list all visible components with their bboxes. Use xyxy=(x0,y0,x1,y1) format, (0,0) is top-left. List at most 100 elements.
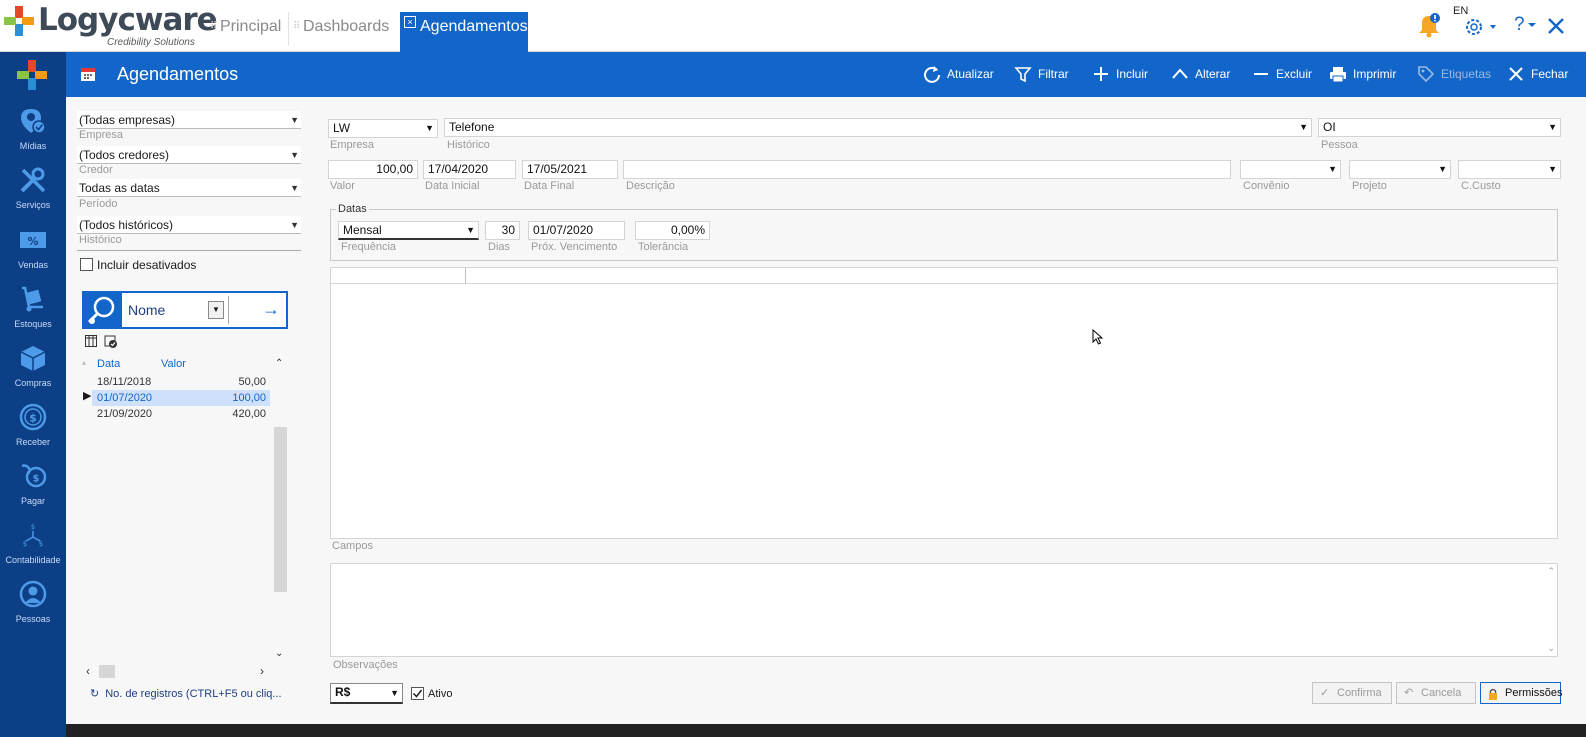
rail-item-contabilidade[interactable]: $ $ $ Contabilidade xyxy=(0,521,66,579)
empresa-label: Empresa xyxy=(330,139,375,151)
dias-input[interactable]: 30 xyxy=(485,221,520,240)
scroll-up-icon[interactable]: ⌃ xyxy=(1547,566,1555,577)
scroll-up-icon[interactable]: ⌃ xyxy=(275,358,283,369)
tab-label: Principal xyxy=(220,18,282,35)
dias-value: 30 xyxy=(501,223,515,237)
observacoes-label: Observações xyxy=(333,659,398,671)
empresa-filter-select[interactable]: (Todas empresas) ▼ xyxy=(77,111,301,129)
projeto-select[interactable]: ▼ xyxy=(1349,160,1451,179)
historico-filter-value: (Todos históricos) xyxy=(79,218,174,232)
scroll-left-icon[interactable]: ‹ xyxy=(86,664,90,678)
labels-label: Etiquetas xyxy=(1441,67,1492,81)
convenio-select[interactable]: ▼ xyxy=(1240,160,1341,179)
rail-item-vendas[interactable]: % Vendas xyxy=(0,226,66,284)
grid-header-data[interactable]: Data xyxy=(97,358,120,370)
horizontal-scrollbar-thumb[interactable] xyxy=(99,665,115,678)
historico-filter-select[interactable]: (Todos históricos) ▼ xyxy=(77,216,301,234)
ledger-icon: $ $ $ xyxy=(23,523,43,548)
cancela-button[interactable]: ↶ Cancela xyxy=(1396,682,1476,704)
record-count-link[interactable]: ↻ No. de registros (CTRL+F5 ou cliq... xyxy=(90,687,282,700)
valor-input[interactable]: 100,00 xyxy=(328,160,418,179)
dropdown-arrow-icon: ▼ xyxy=(1299,122,1308,132)
credor-filter-select[interactable]: (Todos credores) ▼ xyxy=(77,146,301,164)
data-inicial-input[interactable]: 17/04/2020 xyxy=(423,160,516,179)
rail-item-compras[interactable]: Compras xyxy=(0,344,66,402)
empresa-value: LW xyxy=(333,121,351,135)
rail-item-receber[interactable]: $ Receber xyxy=(0,403,66,461)
projeto-label: Projeto xyxy=(1352,180,1387,192)
coin-icon: $ xyxy=(19,403,47,431)
permissoes-button[interactable]: Permissões xyxy=(1480,682,1562,704)
columns-icon[interactable] xyxy=(85,334,97,347)
grid-row[interactable]: 18/11/2018 50,00 xyxy=(92,374,270,390)
grid-header-valor[interactable]: Valor xyxy=(161,358,186,370)
plus-icon xyxy=(1094,67,1108,81)
periodo-filter-select[interactable]: Todas as datas ▼ xyxy=(77,179,301,197)
tolerancia-input[interactable]: 0,00% xyxy=(635,221,710,240)
grid-row-selected[interactable]: 01/07/2020 100,00 xyxy=(92,390,270,406)
tab-principal[interactable]: ⠿ Principal xyxy=(206,12,281,46)
tab-dashboards[interactable]: ⠿ Dashboards xyxy=(288,12,389,46)
svg-text:%: % xyxy=(27,235,38,248)
search-button[interactable] xyxy=(84,293,122,327)
page-header: Agendamentos Atualizar Filtrar Incluir A… xyxy=(66,52,1586,97)
dropdown-arrow-icon: ▼ xyxy=(390,688,399,698)
gear-icon[interactable] xyxy=(1462,16,1498,38)
vertical-scrollbar-thumb[interactable] xyxy=(274,427,287,592)
search-go-arrow-icon[interactable]: → xyxy=(262,299,280,320)
tab-label: Dashboards xyxy=(303,18,390,35)
scroll-down-icon[interactable]: ⌄ xyxy=(1547,643,1555,654)
pessoa-select[interactable]: OI ▼ xyxy=(1318,118,1561,137)
incluir-desativados-checkbox[interactable] xyxy=(80,258,93,271)
drag-grip-icon: ⠿ xyxy=(293,21,301,32)
help-icon[interactable]: ? xyxy=(1514,14,1525,36)
top-bar: Logycware Credibility Solutions ⠿ Princi… xyxy=(0,0,1586,52)
box-icon xyxy=(20,346,46,371)
rail-item-midias[interactable]: Mídias xyxy=(0,107,66,165)
chevron-up-icon xyxy=(1172,68,1188,79)
refresh-label: Atualizar xyxy=(947,67,994,81)
ccusto-select[interactable]: ▼ xyxy=(1458,160,1561,179)
tab-agendamentos[interactable]: × Agendamentos xyxy=(400,12,528,52)
observacoes-textarea[interactable]: ⌃ ⌄ xyxy=(330,563,1558,657)
column-divider[interactable] xyxy=(465,268,466,284)
close-app-icon[interactable] xyxy=(1547,17,1565,35)
svg-text:$: $ xyxy=(31,523,35,531)
check-calendar-icon[interactable] xyxy=(104,334,118,348)
confirma-label: Confirma xyxy=(1337,687,1382,699)
rail-item-estoques[interactable]: Estoques xyxy=(0,285,66,343)
checkmark-icon xyxy=(412,689,423,698)
filter-panel: (Todas empresas) ▼ Empresa (Todos credor… xyxy=(66,97,310,737)
confirma-button[interactable]: ✓ Confirma xyxy=(1312,682,1392,704)
prox-vencimento-input[interactable]: 01/07/2020 xyxy=(528,221,625,240)
campos-label: Campos xyxy=(332,540,373,552)
bell-icon[interactable] xyxy=(1418,12,1442,38)
data-inicial-label: Data Inicial xyxy=(425,180,480,192)
rail-item-label: Receber xyxy=(15,437,51,447)
lock-icon xyxy=(1489,688,1497,700)
dropdown-arrow-icon: ▼ xyxy=(1438,164,1447,174)
valor-label: Valor xyxy=(330,180,355,192)
frequencia-select[interactable]: Mensal ▼ xyxy=(338,221,479,240)
empresa-select[interactable]: LW ▼ xyxy=(328,119,438,138)
historico-select[interactable]: Telefone ▼ xyxy=(444,118,1312,137)
logo-mark-icon xyxy=(4,6,34,36)
rail-item-pagar[interactable]: $ Pagar xyxy=(0,462,66,520)
undo-icon: ↶ xyxy=(1404,687,1414,699)
scroll-right-icon[interactable]: › xyxy=(260,664,264,678)
ativo-checkbox[interactable] xyxy=(411,687,424,700)
search-field-dropdown[interactable]: ▼ xyxy=(208,301,224,319)
grid-row[interactable]: 21/09/2020 420,00 xyxy=(92,406,270,422)
search-field-select[interactable]: Nome xyxy=(128,302,165,318)
data-final-input[interactable]: 17/05/2021 xyxy=(522,160,618,179)
chevron-down-icon[interactable] xyxy=(1527,22,1537,28)
filter-icon xyxy=(1014,67,1032,83)
descricao-input[interactable] xyxy=(623,160,1231,179)
filter-label: Filtrar xyxy=(1038,67,1069,81)
campos-grid[interactable] xyxy=(330,267,1558,539)
tab-close-icon[interactable]: × xyxy=(404,16,416,28)
scroll-down-icon[interactable]: ⌄ xyxy=(275,648,283,659)
rail-item-pessoas[interactable]: Pessoas xyxy=(0,580,66,638)
rail-item-servicos[interactable]: Serviços xyxy=(0,166,66,224)
currency-select[interactable]: R$ ▼ xyxy=(330,683,403,704)
